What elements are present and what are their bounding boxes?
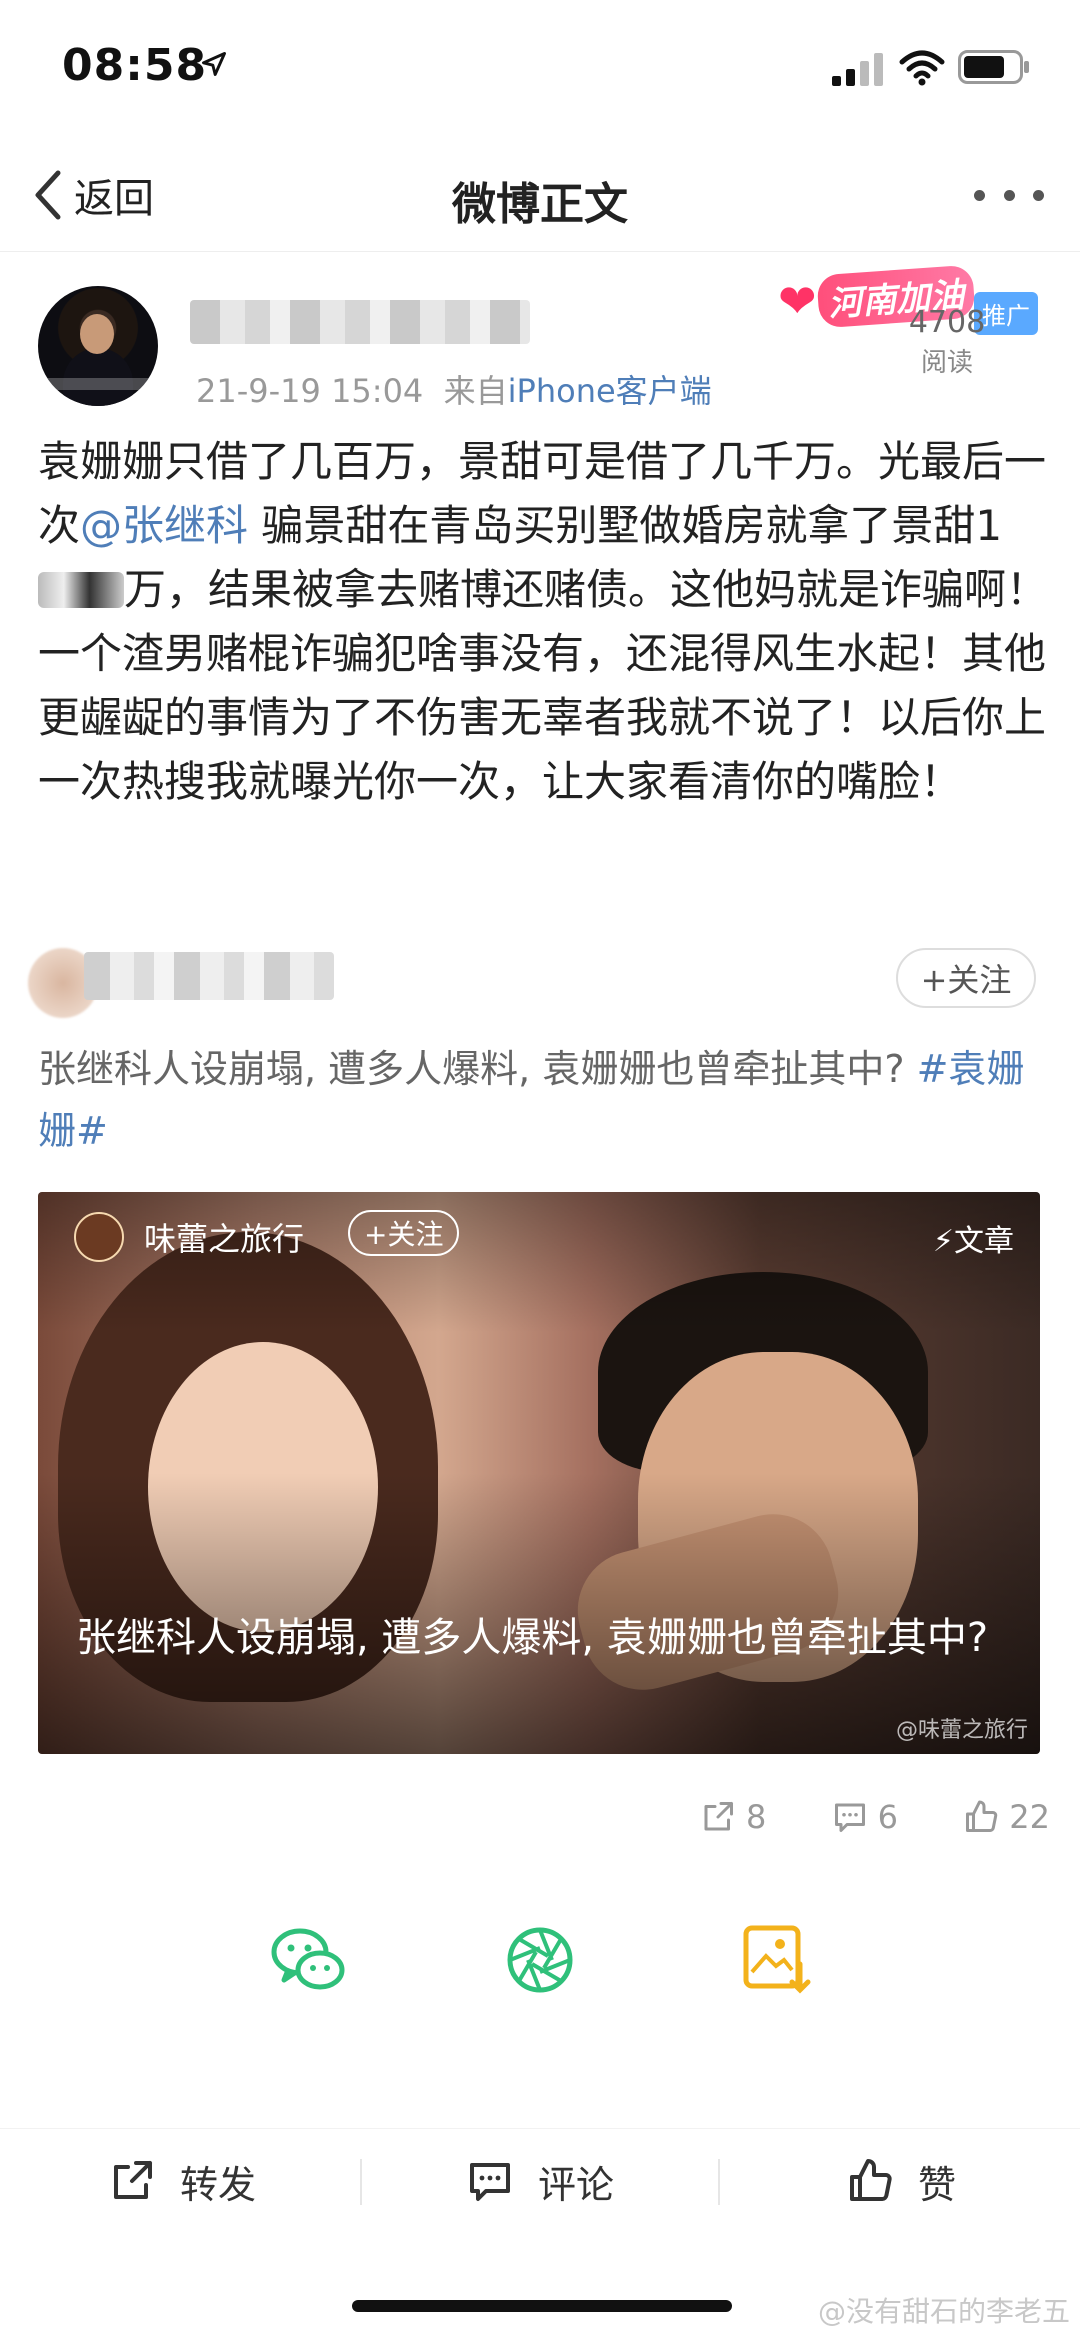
read-label: 阅读 [920,348,973,378]
save-image-icon[interactable] [736,1920,816,2000]
post-source: iPhone客户端 [507,372,712,410]
divider [718,2159,720,2205]
repost-text-body: 张继科人设崩塌, 遭多人爆料, 袁姗姗也曾牵扯其中? [38,1047,917,1091]
like-count-value: 22 [1009,1798,1050,1836]
repost-label: 转发 [180,2162,257,2207]
post-body-text-2: 骗景甜在青岛买别墅做婚房就拿了景甜1 [248,501,1003,550]
wechat-icon[interactable] [268,1920,348,2000]
action-bar: 转发 评论 赞 [0,2128,1080,2228]
comment-label: 评论 [538,2162,615,2207]
repost-author-name-blurred[interactable] [84,952,334,1000]
back-button[interactable]: 返回 [30,160,154,230]
mention-link[interactable]: @张继科 [80,501,248,550]
battery-icon [958,50,1029,84]
author-name-blurred[interactable] [190,300,530,344]
post-body-text-3: 万，结果被拿去赌博还赌债。这他妈就是诈骗啊！一个渣男赌棍诈骗犯啥事没有，还混得风… [38,565,1049,806]
thumbs-up-icon [966,1800,998,1832]
comment-count[interactable]: 6 [832,1798,898,1836]
wifi-icon [899,50,945,86]
repost-text: 张继科人设崩塌, 遭多人爆料, 袁姗姗也曾牵扯其中? #袁姗姗# [38,1038,1048,1162]
post-from-label: 来自 [443,372,508,410]
home-indicator[interactable] [352,2300,732,2312]
like-button[interactable]: 赞 [846,2149,956,2213]
card-shade [38,1192,1040,1754]
repost-count[interactable]: 8 [700,1798,766,1836]
moments-icon[interactable] [500,1920,580,2000]
post-meta: 21-9-19 15:04 来自iPhone客户端 [196,366,712,412]
chevron-left-icon [35,170,61,220]
card-author-avatar[interactable] [74,1212,124,1262]
post-body: 袁姗姗只借了几百万，景甜可是借了几千万。光最后一次@张继科 骗景甜在青岛买别墅做… [38,430,1048,814]
avatar[interactable] [38,286,158,406]
share-row [0,1920,1080,2010]
divider [360,2159,362,2205]
heart-icon: ❤ [778,274,817,328]
card-watermark: @味蕾之旅行 [895,1718,1028,1743]
more-icon[interactable] [974,170,1044,220]
follow-button[interactable]: +关注 [896,948,1036,1008]
page-title: 微博正文 [452,179,628,230]
card-type-label: ⚡文章 [932,1224,1014,1259]
signal-icon [832,53,883,86]
stats-row: 8 6 22 [700,1792,1050,1842]
thumbs-up-icon [850,2159,892,2201]
back-label: 返回 [74,176,154,222]
comment-icon [470,2163,510,2201]
post-date: 21-9-19 15:04 [196,372,424,410]
comment-button[interactable]: 评论 [466,2149,614,2213]
like-label: 赞 [918,2162,957,2207]
share-out-icon [704,1802,733,1831]
status-bar: 08:58 [0,0,1080,140]
location-arrow-icon [202,52,226,76]
card-author[interactable]: 味蕾之旅行 [144,1214,304,1260]
like-count[interactable]: 22 [963,1798,1050,1836]
repost-count-value: 8 [746,1798,767,1836]
share-out-icon [114,2161,152,2199]
repost-button[interactable]: 转发 [108,2149,256,2213]
comment-count-value: 6 [877,1798,898,1836]
read-count: 4708 [908,305,986,340]
redacted-number [38,572,124,608]
card-title: 张继科人设崩塌, 遭多人爆料, 袁姗姗也曾牵扯其中? [76,1615,989,1661]
card-follow-button[interactable]: +关注 [348,1210,460,1256]
nav-bar: 返回 微博正文 [0,140,1080,252]
comment-icon [834,1803,865,1832]
status-time: 08:58 [62,40,208,91]
article-card[interactable]: 味蕾之旅行 +关注 ⚡文章 张继科人设崩塌, 遭多人爆料, 袁姗姗也曾牵扯其中?… [38,1192,1040,1754]
footer-watermark: @没有甜石的李老五 [817,2295,1070,2328]
